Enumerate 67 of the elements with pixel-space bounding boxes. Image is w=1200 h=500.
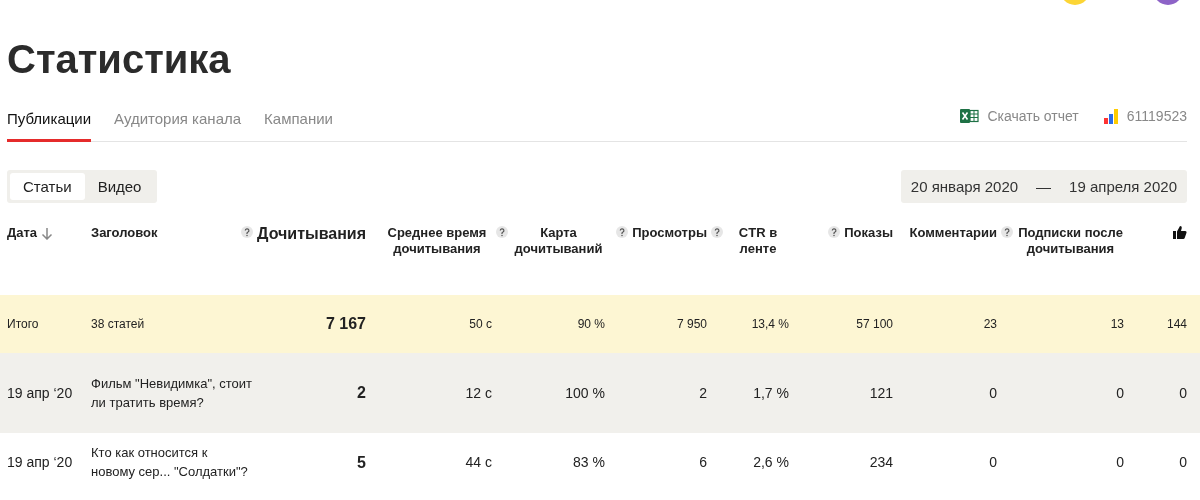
table-cell-text: 57 100: [855, 317, 893, 331]
table-cell-text: 90 %: [576, 317, 605, 331]
table-cell-text: 100 %: [564, 385, 605, 401]
table-cell-text: 1,7 %: [752, 385, 789, 401]
help-icon: [828, 226, 841, 238]
table-cell-text: 44 с: [464, 453, 492, 472]
column-header[interactable]: Комментарии: [909, 225, 997, 241]
help-icon: [1001, 226, 1013, 238]
table-cell-text: 0: [1178, 385, 1187, 401]
table-cell-text: 5: [356, 453, 366, 472]
column-header[interactable]: Дата: [7, 225, 54, 241]
start-date: 20 января 2020: [910, 178, 1019, 195]
table-cell-text: 0: [988, 453, 997, 472]
table-cell-text: 7 950: [675, 317, 707, 331]
table-cell-text: 234: [868, 453, 893, 472]
table-cell-text: 13: [1109, 317, 1124, 331]
table-cell-text: 7 167: [324, 315, 366, 333]
table-cell-text: 83 %: [572, 453, 605, 472]
help-icon: [496, 226, 508, 238]
end-date: 19 апреля 2020: [1069, 178, 1177, 195]
column-header[interactable]: Карта дочитываний: [496, 225, 605, 257]
table-cell-text: 50 с: [468, 317, 492, 331]
article-title-link[interactable]: Фильм "Невидимка", стоит ли тратить время?: [91, 374, 255, 412]
table-cell-text: 6: [698, 453, 707, 472]
table-cell-text: 2,6 %: [752, 453, 789, 472]
table-cell-text: 19 апр ‘20: [7, 453, 74, 472]
table-cell-text: 2: [356, 384, 366, 402]
page-title: Статистика: [7, 36, 232, 82]
segment-option[interactable]: Статьи: [10, 173, 85, 200]
help-icon: [616, 226, 629, 238]
thumbs-up-icon: [1173, 225, 1187, 239]
table-cell-text: 13,4 %: [750, 317, 789, 331]
table-cell-text: 23: [982, 317, 997, 331]
table-row[interactable]: 19 апр ‘20 Фильм "Невидимка", стоит ли тратить время? 2 12 с 100 % 2 1,7 % 121 0 0 0: [0, 353, 1200, 433]
column-header[interactable]: Подписки после дочитывания: [1001, 225, 1124, 257]
column-header[interactable]: CTR в ленте: [711, 225, 789, 257]
date-separator: —: [1036, 178, 1052, 195]
sort-arrow-icon: [41, 227, 54, 240]
table-cell-text: 2: [698, 385, 707, 401]
download-report-link[interactable]: Скачать отчет: [959, 107, 1079, 125]
table-cell-text: Итого: [7, 317, 40, 331]
column-header[interactable]: Среднее время дочитывания: [382, 225, 492, 257]
tab[interactable]: Аудитория канала: [114, 104, 242, 142]
spreadsheet-icon: [959, 107, 980, 125]
table-cell-text: 0: [1115, 453, 1124, 472]
column-header[interactable]: Просмотры: [616, 225, 707, 241]
column-header[interactable]: [1173, 225, 1187, 239]
help-icon: [241, 226, 254, 238]
table-cell-text: 144: [1165, 317, 1187, 331]
tab[interactable]: Кампании: [264, 104, 333, 142]
article-title-link[interactable]: Кто как относится к новому сер... "Солдатки"?: [91, 443, 255, 481]
column-header[interactable]: Дочитывания: [241, 225, 366, 243]
table-cell-text: 19 апр ‘20: [7, 385, 74, 401]
bar-chart-icon: [1102, 108, 1119, 124]
column-header[interactable]: Показы: [828, 225, 893, 241]
table-cell-text: 0: [1178, 453, 1187, 472]
segment-option[interactable]: Видео: [84, 173, 155, 200]
counter-link[interactable]: 61119523: [1102, 107, 1187, 125]
table-cell-text: 0: [1115, 385, 1124, 401]
tab[interactable]: Публикации: [7, 104, 92, 142]
table-cell-text: 38 статей: [91, 317, 146, 331]
column-header[interactable]: Заголовок: [91, 225, 158, 241]
table-cell-text: 121: [868, 385, 893, 401]
table-cell-text: 12 с: [464, 385, 492, 401]
date-range-picker[interactable]: 20 января 2020 — 19 апреля 2020: [900, 170, 1187, 203]
help-icon: [711, 226, 723, 238]
table-cell-text: 0: [988, 385, 997, 401]
